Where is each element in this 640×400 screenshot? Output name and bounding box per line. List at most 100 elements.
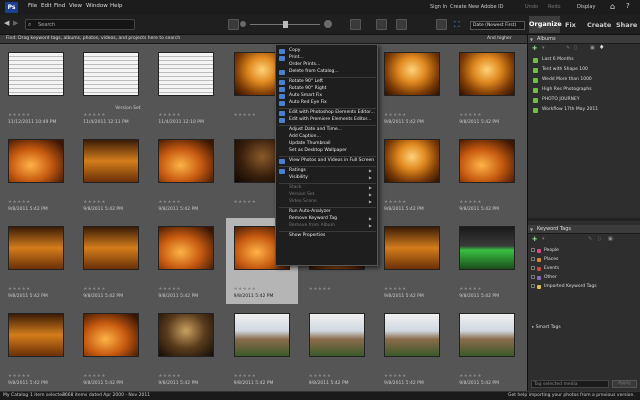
- rating-stars[interactable]: ★★★★★: [459, 374, 482, 379]
- rating-stars[interactable]: ★★★★★: [83, 113, 106, 118]
- album-sync-icon[interactable]: ▣: [590, 45, 595, 51]
- help-icon[interactable]: ?: [626, 2, 630, 10]
- rating-stars[interactable]: ★★★★★: [234, 374, 257, 379]
- rating-stars[interactable]: ★★★★★: [158, 113, 181, 118]
- sign-in-link[interactable]: Sign In: [430, 4, 447, 10]
- smart-tags-row[interactable]: ▸ Smart Tags: [532, 325, 561, 330]
- media-thumbnail-cell[interactable]: ★★★★★ 9/8/2011 5:42 PM: [0, 305, 72, 391]
- menu-file[interactable]: File: [28, 3, 37, 9]
- keyword-tag-item[interactable]: People: [531, 247, 637, 255]
- albums-panel-header[interactable]: ▼ Albums: [528, 35, 640, 44]
- media-thumbnail-cell[interactable]: ★★★★★ 9/8/2011 5:42 PM: [150, 305, 222, 391]
- rating-stars[interactable]: ★★★★★: [384, 374, 407, 379]
- photo-thumbnail[interactable]: [459, 52, 516, 96]
- album-pin-icon[interactable]: ♦: [599, 44, 604, 51]
- rating-stars[interactable]: ★★★★★: [234, 287, 257, 292]
- photo-thumbnail[interactable]: [8, 139, 64, 183]
- keyword-tags-header[interactable]: ▼ Keyword Tags: [528, 225, 640, 234]
- context-menu-item[interactable]: Print...: [289, 55, 304, 60]
- details-view-icon[interactable]: [376, 19, 387, 30]
- photo-thumbnail[interactable]: [83, 139, 140, 183]
- context-menu-item[interactable]: Rotate 90° Left: [289, 79, 323, 84]
- find-bar[interactable]: Find: Drag keyword tags, albums, photos,…: [0, 35, 527, 44]
- context-menu-item[interactable]: Remove from Album: [289, 223, 335, 228]
- display-button[interactable]: Display: [577, 4, 595, 10]
- media-thumbnail-cell[interactable]: ★★★★★ 9/8/2011 5:42 PM: [75, 218, 147, 304]
- zoom-out-icon[interactable]: [240, 21, 246, 27]
- tag-checkbox[interactable]: [531, 275, 535, 279]
- photo-thumbnail[interactable]: [384, 313, 440, 357]
- redo-button[interactable]: Redo: [548, 4, 561, 10]
- tab-share[interactable]: Share: [616, 21, 637, 29]
- context-menu-item[interactable]: Run Auto-Analyzer: [289, 209, 331, 214]
- search-input[interactable]: ⌕ Search: [25, 19, 135, 30]
- photo-thumbnail[interactable]: [459, 226, 516, 270]
- rating-stars[interactable]: ★★★★★: [83, 374, 106, 379]
- keyword-tag-item[interactable]: Other: [531, 274, 637, 282]
- album-edit-icon[interactable]: ✎: [566, 45, 570, 51]
- context-menu-item[interactable]: Auto Red Eye Fix: [289, 100, 327, 105]
- rating-stars[interactable]: ★★★★★: [8, 200, 31, 205]
- context-menu-item[interactable]: Remove Keyword Tag: [289, 216, 337, 221]
- rating-stars[interactable]: ★★★★★: [384, 113, 407, 118]
- tag-delete-icon[interactable]: ▯: [598, 236, 601, 242]
- rating-stars[interactable]: ★★★★★: [83, 200, 106, 205]
- context-menu-item[interactable]: Ratings: [289, 168, 306, 173]
- context-menu-item[interactable]: Video Scene: [289, 199, 317, 204]
- keyword-tag-item[interactable]: Places: [531, 256, 637, 264]
- album-item[interactable]: Workflow 17th May 2011: [531, 106, 637, 115]
- album-item[interactable]: Wedd More than 1000: [531, 76, 637, 85]
- rating-stars[interactable]: ★★★★★: [384, 200, 407, 205]
- tag-checkbox[interactable]: [531, 284, 535, 288]
- menu-edit[interactable]: Edit: [41, 3, 52, 9]
- media-thumbnail-cell[interactable]: ★★★★★ 11/4/2011 12:10 PM: [150, 44, 222, 130]
- media-thumbnail-cell[interactable]: ★★★★★ 9/8/2011 5:42 PM: [150, 218, 222, 304]
- media-thumbnail-cell[interactable]: ★★★★★ 9/8/2011 5:42 PM: [451, 131, 523, 217]
- catalog-name[interactable]: My Catalog: [3, 393, 28, 398]
- context-menu-item[interactable]: Stack: [289, 185, 301, 190]
- context-menu-item[interactable]: Auto Smart Fix: [289, 93, 322, 98]
- forward-icon[interactable]: ▶: [13, 19, 18, 27]
- tag-edit-icon[interactable]: ✎: [588, 236, 592, 242]
- photo-thumbnail[interactable]: [308, 313, 365, 357]
- undo-button[interactable]: Undo: [525, 4, 538, 10]
- media-thumbnail-cell[interactable]: ★★★★★ 9/8/2011 5:42 PM: [376, 305, 448, 391]
- view-grid-icon[interactable]: [228, 19, 239, 30]
- panel-divider[interactable]: [528, 218, 640, 221]
- photo-thumbnail[interactable]: [158, 139, 215, 183]
- zoom-slider-handle[interactable]: [283, 21, 288, 28]
- menu-view[interactable]: View: [69, 3, 82, 9]
- media-thumbnail-cell[interactable]: ★★★★★ 9/8/2011 5:42 PM: [75, 305, 147, 391]
- zoom-in-icon[interactable]: [324, 20, 332, 28]
- media-thumbnail-cell[interactable]: ★★★★★ 9/8/2011 5:42 PM: [150, 131, 222, 217]
- tag-checkbox[interactable]: [531, 257, 535, 261]
- context-menu-item[interactable]: Show Properties: [289, 233, 325, 238]
- context-menu-item[interactable]: Delete from Catalog...: [289, 69, 339, 74]
- tag-checkbox[interactable]: [531, 266, 535, 270]
- context-menu-item[interactable]: Order Prints...: [289, 62, 320, 67]
- context-menu-item[interactable]: Copy: [289, 48, 300, 53]
- context-menu-item[interactable]: Update Thumbnail: [289, 141, 331, 146]
- tag-selected-media-input[interactable]: Tag selected media: [531, 380, 609, 388]
- photo-thumbnail[interactable]: [83, 313, 140, 357]
- add-tag-icon[interactable]: ✚: [532, 236, 537, 243]
- album-item[interactable]: Tent with Shape 100: [531, 66, 637, 75]
- menu-help[interactable]: Help: [110, 3, 123, 9]
- apply-button[interactable]: Apply: [612, 380, 637, 388]
- rating-stars[interactable]: ★★★★★: [459, 287, 482, 292]
- back-icon[interactable]: ◀: [4, 19, 9, 27]
- rating-filter-select[interactable]: And higher: [487, 36, 512, 41]
- media-thumbnail-cell[interactable]: ★★★★★ 9/8/2011 5:42 PM: [376, 131, 448, 217]
- photo-thumbnail[interactable]: [158, 52, 215, 96]
- photo-thumbnail[interactable]: [8, 52, 64, 96]
- photo-thumbnail[interactable]: [83, 52, 140, 96]
- rating-stars[interactable]: ★★★★★: [8, 374, 31, 379]
- photo-thumbnail[interactable]: [459, 139, 516, 183]
- create-id-link[interactable]: Create New Adobe ID: [450, 4, 503, 10]
- keyword-tag-item[interactable]: Events: [531, 265, 637, 273]
- media-thumbnail-cell[interactable]: ★★★★★ 9/8/2011 5:42 PM: [301, 305, 373, 391]
- context-menu-item[interactable]: Adjust Date and Time...: [289, 127, 342, 132]
- rating-stars[interactable]: ★★★★★: [459, 113, 482, 118]
- rating-stars[interactable]: ★★★★★: [158, 287, 181, 292]
- rating-stars[interactable]: ★★★★★: [309, 374, 332, 379]
